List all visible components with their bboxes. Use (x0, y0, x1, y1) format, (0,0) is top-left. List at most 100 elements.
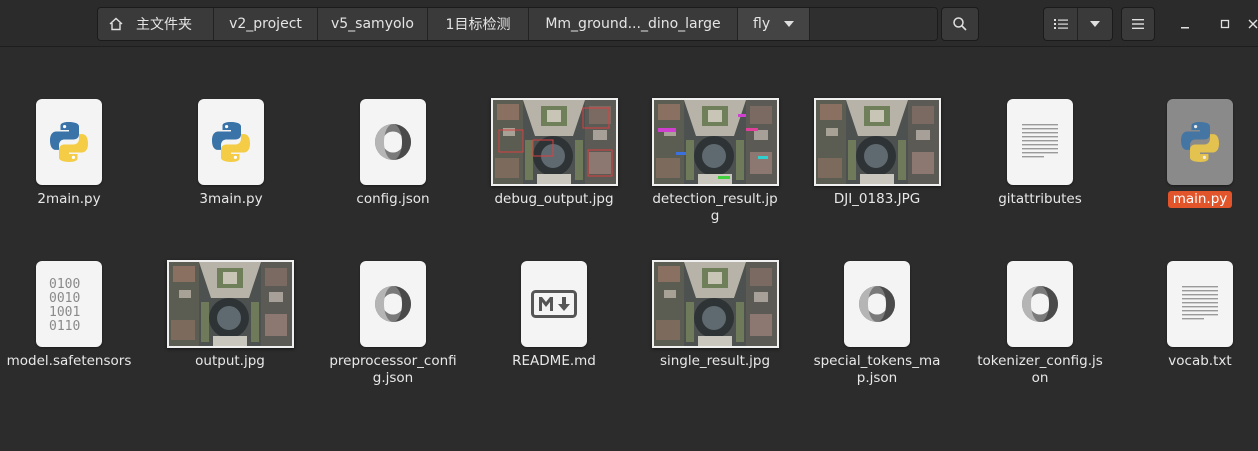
file-name: debug_output.jpg (494, 191, 614, 207)
close-icon (1248, 19, 1258, 29)
view-toggle-group (1043, 7, 1113, 41)
file-name: tokenizer_config.json (977, 353, 1103, 386)
image-thumbnail (651, 260, 779, 348)
python-file-icon (36, 99, 102, 185)
breadcrumb-empty-space (810, 8, 937, 40)
menu-button[interactable] (1121, 7, 1155, 41)
view-options-button[interactable] (1078, 8, 1112, 40)
svg-text:0010: 0010 (49, 291, 80, 306)
file-thumbnail (974, 261, 1106, 347)
breadcrumb-detection[interactable]: 1目标检测 (428, 8, 529, 40)
json-file-icon (360, 261, 426, 347)
file-item[interactable]: detection_result.jpg (649, 98, 781, 225)
file-item[interactable]: vocab.txt (1134, 261, 1258, 370)
breadcrumb-home[interactable]: 主文件夹 (98, 8, 214, 40)
file-thumbnail (3, 99, 135, 185)
file-item[interactable]: debug_output.jpg (488, 98, 620, 208)
search-icon (953, 17, 967, 31)
breadcrumb-v5-samyolo[interactable]: v5_samyolo (318, 8, 428, 40)
file-item[interactable]: 2main.py (3, 99, 135, 208)
file-thumbnail (1134, 99, 1258, 185)
image-thumbnail (813, 98, 941, 186)
file-thumbnail (488, 98, 620, 186)
breadcrumb-fly-current[interactable]: fly (738, 8, 810, 40)
file-name: model.safetensors (6, 353, 132, 369)
file-name: README.md (512, 353, 596, 369)
file-item[interactable]: single_result.jpg (649, 260, 781, 370)
image-thumbnail (651, 98, 779, 186)
breadcrumb-label: v2_project (229, 16, 302, 32)
svg-text:1001: 1001 (49, 305, 80, 320)
file-name: DJI_0183.JPG (833, 191, 921, 207)
breadcrumb-label: fly (753, 16, 771, 32)
file-thumbnail: 0100 0010 1001 0110 (3, 261, 135, 347)
file-name: main.py (1167, 191, 1233, 208)
file-name: 2main.py (37, 191, 101, 207)
file-thumbnail (649, 260, 781, 348)
file-item[interactable]: preprocessor_config.json (327, 261, 459, 387)
breadcrumb-grounding-dino[interactable]: Mm_ground..._dino_large (529, 8, 738, 40)
json-file-icon (844, 261, 910, 347)
chevron-down-icon (784, 21, 795, 27)
image-thumbnail (166, 260, 294, 348)
list-view-button[interactable] (1044, 8, 1079, 40)
file-thumbnail (649, 98, 781, 186)
file-name: 3main.py (199, 191, 263, 207)
list-view-icon (1053, 19, 1068, 29)
file-name: detection_result.jpg (652, 191, 778, 224)
file-name: vocab.txt (1168, 353, 1232, 369)
file-thumbnail (811, 261, 943, 347)
json-file-icon (360, 99, 426, 185)
file-item[interactable]: gitattributes (974, 99, 1106, 208)
minimize-button[interactable] (1173, 12, 1197, 36)
breadcrumb: 主文件夹 v2_project v5_samyolo 1目标检测 Mm_grou… (97, 7, 938, 41)
breadcrumb-label: 1目标检测 (445, 17, 511, 33)
file-thumbnail (488, 261, 620, 347)
file-item[interactable]: output.jpg (164, 260, 296, 370)
file-thumbnail (327, 99, 459, 185)
file-name: config.json (356, 191, 430, 207)
file-thumbnail (1134, 261, 1258, 347)
file-name: gitattributes (998, 191, 1082, 207)
maximize-icon (1220, 19, 1230, 29)
file-item[interactable]: 0100 0010 1001 0110 model.safetensors (3, 261, 135, 370)
text-file-icon (1007, 99, 1073, 185)
file-item[interactable]: config.json (327, 99, 459, 208)
breadcrumb-label: 主文件夹 (136, 17, 192, 33)
file-name: output.jpg (195, 353, 265, 369)
hamburger-menu-icon (1132, 19, 1144, 29)
file-thumbnail (974, 99, 1106, 185)
svg-text:0100: 0100 (49, 277, 80, 292)
file-item[interactable]: DJI_0183.JPG (811, 98, 943, 208)
file-name: preprocessor_config.json (329, 353, 457, 386)
breadcrumb-v2-project[interactable]: v2_project (214, 8, 318, 40)
file-name: special_tokens_map.json (813, 353, 941, 386)
text-file-icon (1167, 261, 1233, 347)
file-item[interactable]: tokenizer_config.json (974, 261, 1106, 387)
home-icon (109, 17, 123, 31)
header-bar: 主文件夹 v2_project v5_samyolo 1目标检测 Mm_grou… (0, 0, 1258, 47)
python-file-icon (1167, 99, 1233, 185)
chevron-down-icon (1090, 21, 1100, 27)
file-thumbnail (164, 260, 296, 348)
file-item-selected[interactable]: main.py (1134, 99, 1258, 208)
breadcrumb-label: Mm_ground..._dino_large (545, 16, 721, 32)
file-thumbnail (811, 98, 943, 186)
file-thumbnail (327, 261, 459, 347)
image-thumbnail (490, 98, 618, 186)
binary-file-icon: 0100 0010 1001 0110 (36, 261, 102, 347)
file-thumbnail (165, 99, 297, 185)
svg-text:0110: 0110 (49, 319, 80, 334)
python-file-icon (198, 99, 264, 185)
json-file-icon (1007, 261, 1073, 347)
minimize-icon (1181, 27, 1189, 29)
file-item[interactable]: special_tokens_map.json (811, 261, 943, 387)
breadcrumb-label: v5_samyolo (330, 16, 414, 32)
search-button[interactable] (941, 7, 979, 41)
markdown-file-icon (521, 261, 587, 347)
close-button[interactable] (1241, 12, 1258, 36)
file-item[interactable]: 3main.py (165, 99, 297, 208)
file-name: single_result.jpg (659, 353, 771, 369)
maximize-button[interactable] (1213, 12, 1237, 36)
file-item[interactable]: README.md (488, 261, 620, 370)
